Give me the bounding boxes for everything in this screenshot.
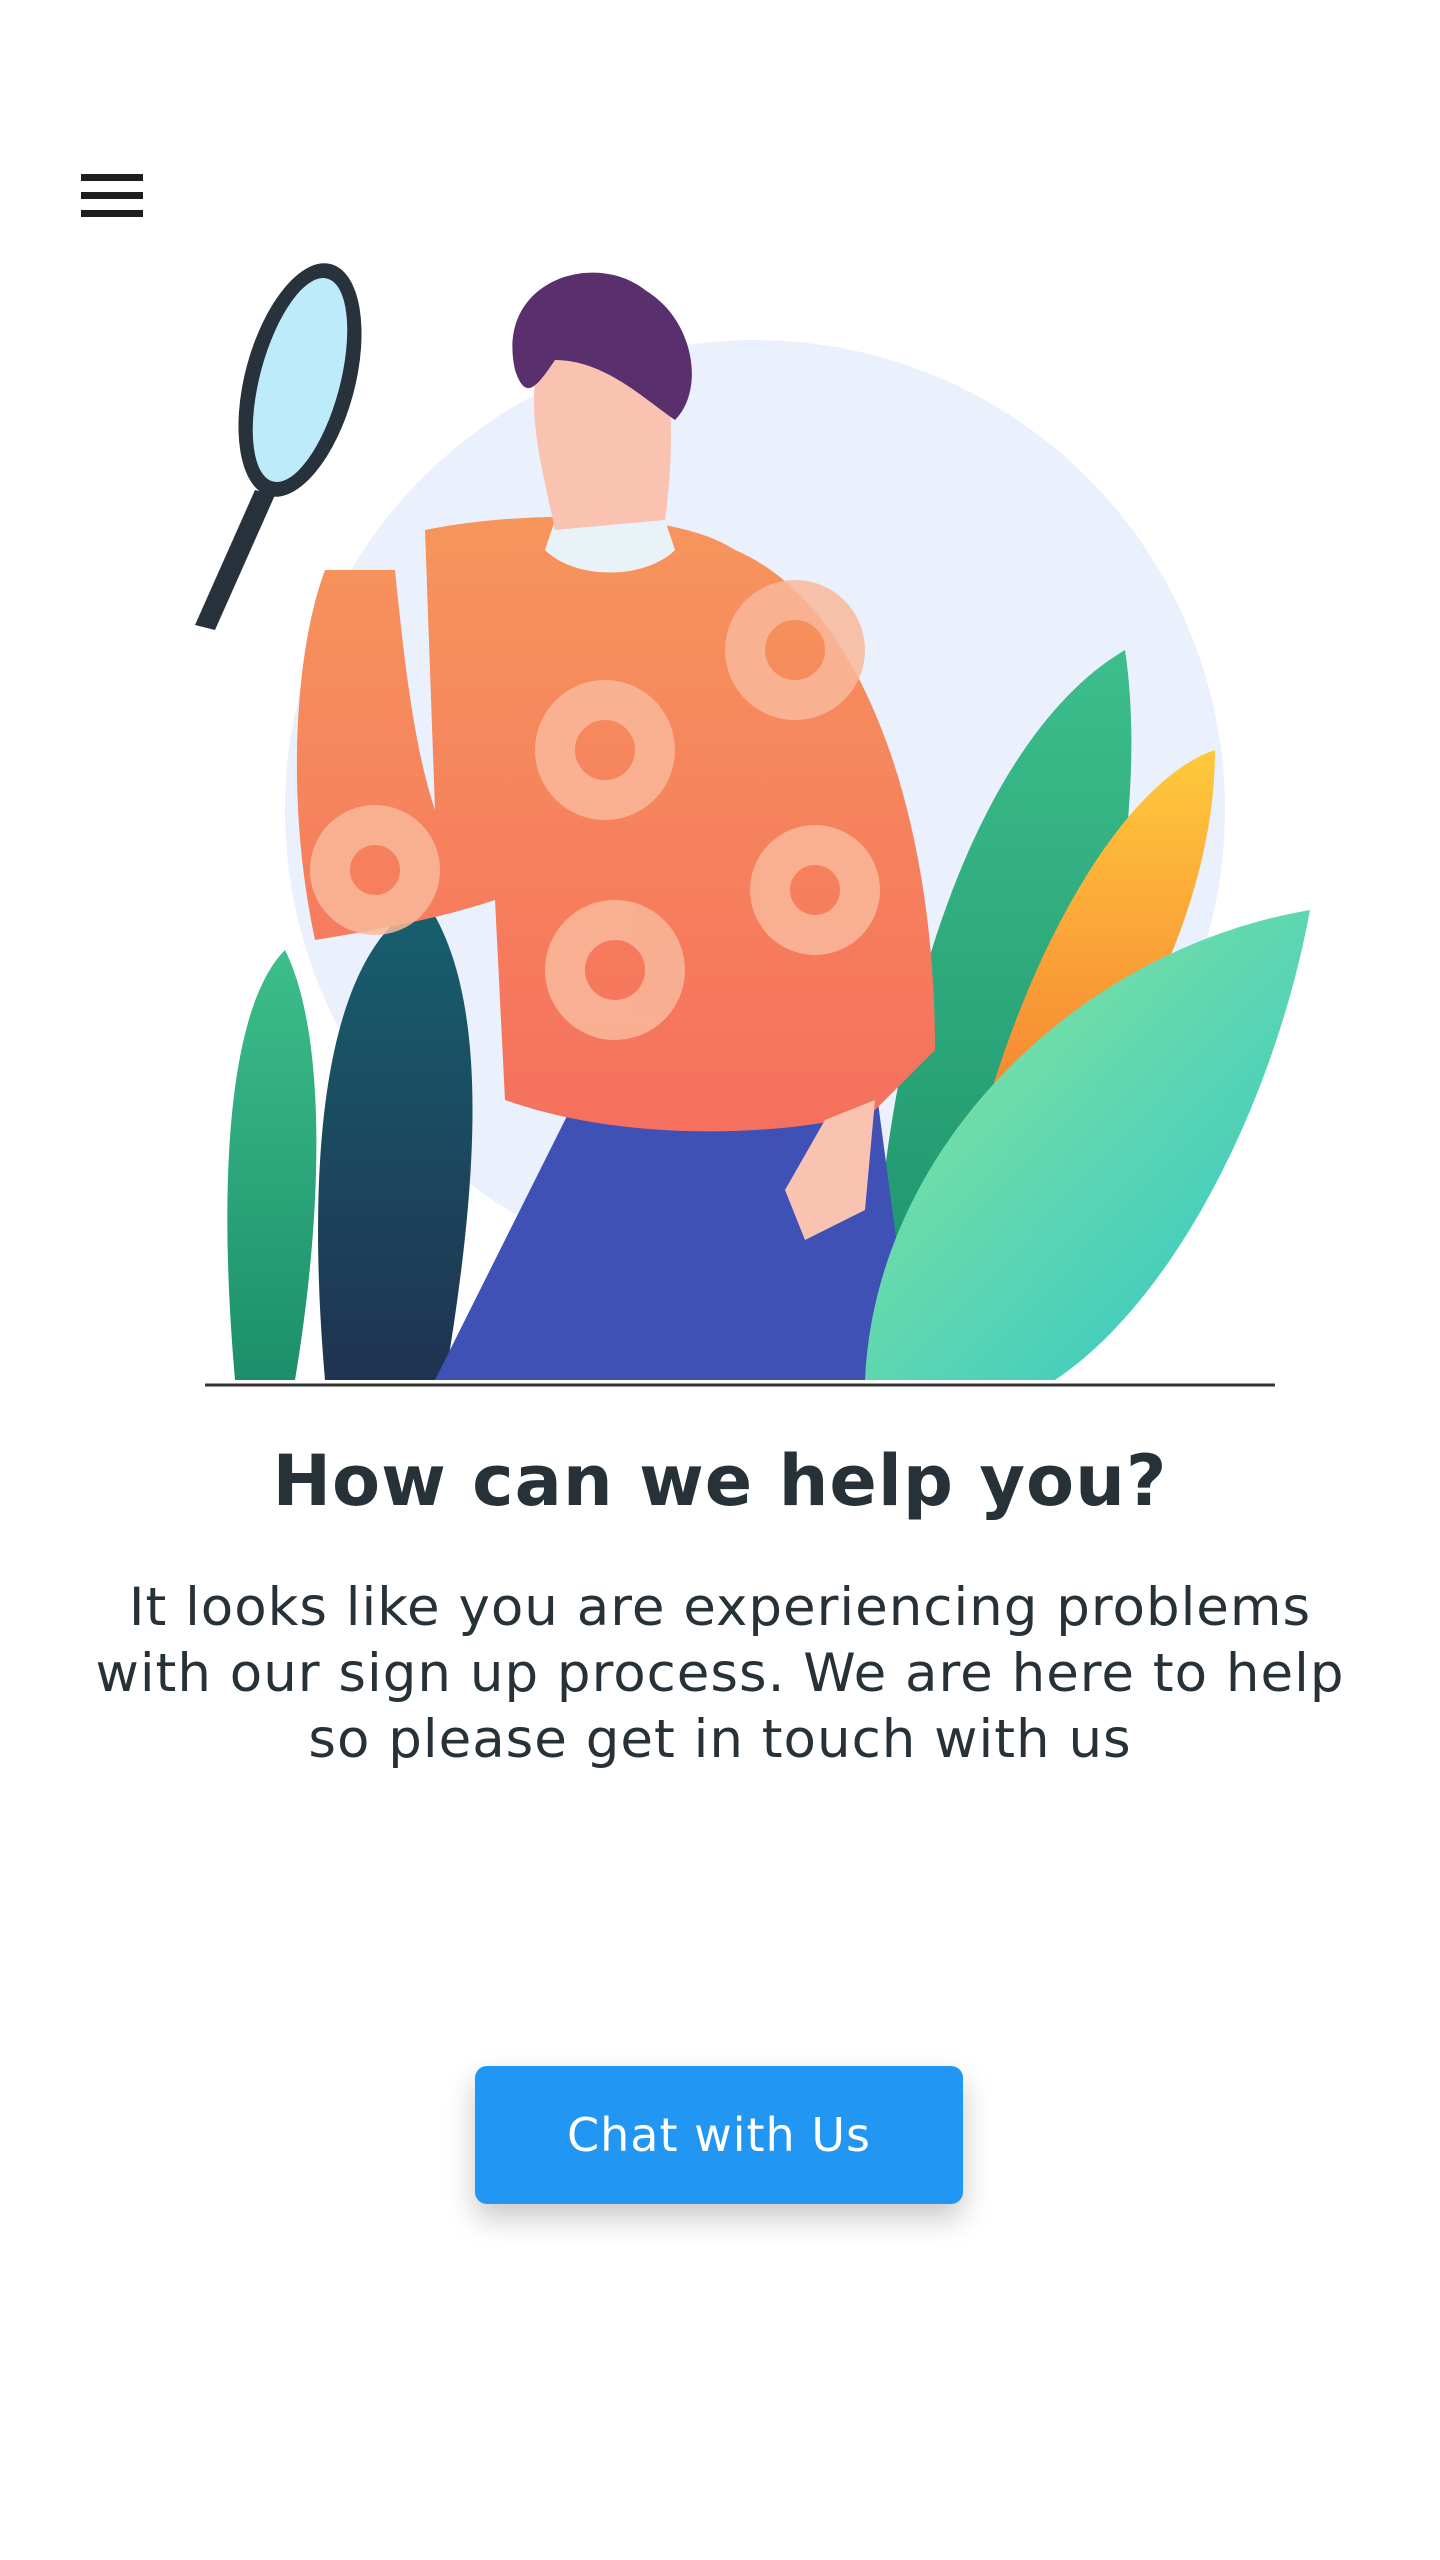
help-description: It looks like you are experiencing probl… — [95, 1577, 1345, 1770]
hamburger-icon-bar — [81, 210, 143, 217]
hamburger-icon — [81, 174, 143, 181]
page-title: How can we help you? — [272, 1440, 1168, 1522]
hamburger-icon-bar — [81, 192, 143, 199]
hamburger-menu-button[interactable] — [78, 168, 148, 222]
help-illustration — [195, 263, 1310, 1387]
chat-with-us-button[interactable]: Chat with Us — [475, 2066, 963, 2204]
